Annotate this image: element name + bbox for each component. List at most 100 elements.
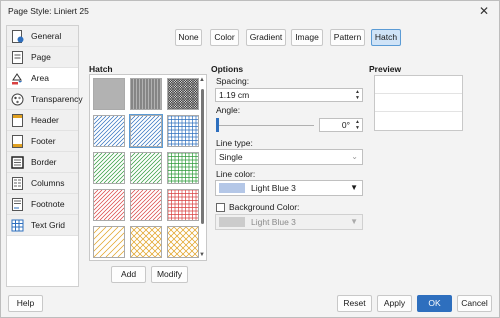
hatch-swatch[interactable] — [63, 115, 151, 147]
hatch-swatch[interactable] — [137, 226, 223, 258]
options-section-title: Options — [211, 64, 244, 74]
sidebar-item-border[interactable]: Border — [7, 152, 78, 173]
tab-color[interactable]: Color — [210, 29, 239, 46]
tab-gradient[interactable]: Gradient — [246, 29, 286, 46]
hatch-swatch[interactable] — [63, 152, 151, 184]
hatch-pattern-icon — [63, 115, 151, 147]
sidebar-item-columns[interactable]: Columns — [7, 173, 78, 194]
footer-icon — [12, 134, 23, 148]
hatch-scrollbar[interactable] — [201, 89, 204, 224]
angle-value: 0° — [341, 120, 350, 130]
sidebar-item-label: Text Grid — [31, 220, 66, 230]
sidebar-item-area[interactable]: Area — [7, 68, 78, 89]
color-swatch — [219, 183, 245, 193]
hatch-pattern-icon — [167, 189, 198, 220]
help-button[interactable]: Help — [8, 295, 43, 312]
tab-pattern[interactable]: Pattern — [330, 29, 365, 46]
angle-slider-thumb[interactable] — [216, 118, 219, 132]
hatch-list: ▲ ▼ — [63, 74, 226, 261]
angle-slider-track[interactable] — [218, 125, 314, 126]
line-type-label: Line type: — [216, 138, 253, 148]
sidebar-item-label: Area — [31, 73, 49, 83]
hatch-pattern-icon — [131, 79, 161, 109]
sidebar-item-header[interactable]: Header — [7, 110, 78, 131]
footnote-icon — [12, 197, 23, 211]
modify-button[interactable]: Modify — [151, 266, 188, 283]
dialog-title: Page Style: Liniert 25 — [8, 6, 89, 16]
hatch-swatch[interactable] — [63, 226, 149, 258]
spacing-label: Spacing: — [216, 76, 250, 86]
spin-arrows-icon[interactable]: ▲ ▼ — [355, 119, 360, 131]
sidebar-item-general[interactable]: General — [7, 26, 78, 47]
tab-none[interactable]: None — [175, 29, 202, 46]
hatch-pattern-icon — [63, 152, 151, 184]
sidebar-item-page[interactable]: Page — [7, 47, 78, 68]
ok-button[interactable]: OK — [417, 295, 452, 312]
sidebar-item-label: Footnote — [31, 199, 65, 209]
background-color-checkbox[interactable] — [216, 203, 225, 212]
hatch-swatch[interactable] — [100, 152, 188, 184]
hatch-swatch[interactable] — [137, 78, 226, 110]
sidebar-item-label: Transparency — [31, 94, 83, 104]
sidebar-item-label: Border — [31, 157, 57, 167]
preview-box — [374, 75, 463, 131]
hatch-pattern-icon — [137, 78, 226, 110]
hatch-pattern-icon — [100, 115, 188, 147]
apply-button[interactable]: Apply — [377, 295, 412, 312]
sidebar-item-label: Page — [31, 52, 51, 62]
hatch-swatch[interactable] — [93, 78, 125, 110]
spacing-field[interactable]: 1.19 cm ▲ ▼ — [215, 88, 363, 102]
sidebar-item-label: Columns — [31, 178, 65, 188]
page-style-dialog: Page Style: Liniert 25 ✕ General Page Ar… — [0, 0, 500, 318]
hatch-pattern-icon — [94, 79, 124, 109]
sidebar-item-footnote[interactable]: Footnote — [7, 194, 78, 215]
hatch-swatch[interactable] — [63, 189, 151, 221]
tab-image[interactable]: Image — [291, 29, 323, 46]
angle-field[interactable]: 0° ▲ ▼ — [319, 118, 363, 132]
dropdown-arrow-icon: ▼ — [350, 183, 358, 192]
page-icon — [12, 50, 23, 64]
hatch-swatch[interactable] — [167, 115, 199, 147]
preview-hatch-line — [375, 93, 462, 94]
background-color-dropdown[interactable]: Light Blue 3 ▼ — [215, 214, 363, 230]
hatch-pattern-icon — [100, 226, 186, 258]
hatch-swatch[interactable] — [100, 189, 188, 221]
sidebar-item-transparency[interactable]: Transparency — [7, 89, 83, 110]
cancel-button[interactable]: Cancel — [457, 295, 492, 312]
hatch-pattern-icon — [167, 152, 198, 183]
hatch-swatch[interactable] — [167, 152, 199, 184]
title-bar: Page Style: Liniert 25 ✕ — [1, 1, 499, 21]
close-icon[interactable]: ✕ — [477, 4, 491, 18]
hatch-pattern-icon — [63, 189, 151, 221]
line-color-label: Line color: — [216, 169, 256, 179]
line-type-dropdown[interactable]: Single ⌄ — [215, 149, 363, 165]
preview-hatch-line — [375, 111, 462, 112]
hatch-pattern-icon — [100, 189, 188, 221]
tab-hatch[interactable]: Hatch — [371, 29, 401, 46]
reset-button[interactable]: Reset — [337, 295, 372, 312]
scroll-down-icon[interactable]: ▼ — [199, 252, 205, 258]
area-fill-icon — [12, 72, 22, 84]
line-color-value: Light Blue 3 — [251, 183, 296, 193]
color-swatch — [219, 217, 245, 227]
add-button[interactable]: Add — [111, 266, 146, 283]
sidebar-item-footer[interactable]: Footer — [7, 131, 78, 152]
hatch-section-title: Hatch — [89, 64, 113, 74]
text-grid-icon — [11, 219, 24, 231]
hatch-swatch[interactable] — [130, 78, 162, 110]
hatch-swatch[interactable] — [167, 189, 199, 221]
sidebar-item-text-grid[interactable]: Text Grid — [7, 215, 78, 236]
hatch-pattern-icon — [63, 226, 149, 258]
sidebar-item-label: General — [31, 31, 62, 41]
hatch-pattern-icon — [167, 115, 198, 146]
dropdown-arrow-icon: ▼ — [350, 217, 358, 226]
border-icon — [11, 155, 24, 169]
hatch-swatch[interactable] — [100, 114, 188, 148]
hatch-swatch[interactable] — [100, 226, 186, 258]
general-page-icon — [12, 29, 24, 43]
columns-icon — [12, 176, 23, 190]
angle-label: Angle: — [216, 105, 241, 115]
spin-arrows-icon[interactable]: ▲ ▼ — [355, 89, 360, 101]
scroll-up-icon[interactable]: ▲ — [199, 77, 205, 83]
line-color-dropdown[interactable]: Light Blue 3 ▼ — [215, 180, 363, 196]
